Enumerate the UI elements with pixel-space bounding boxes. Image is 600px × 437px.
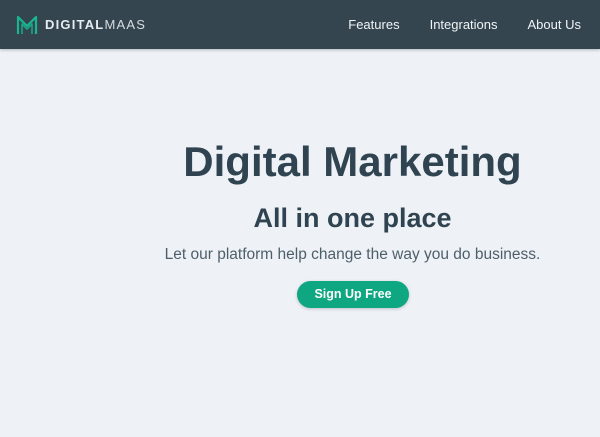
hero-title: Digital Marketing — [183, 138, 522, 185]
brand[interactable]: DIGITALMAAS — [15, 12, 146, 38]
brand-name-bold: DIGITAL — [45, 17, 105, 32]
hero-description: Let our platform help change the way you… — [164, 246, 541, 263]
brand-name-light: MAAS — [104, 17, 147, 32]
m-monogram-logo-icon — [16, 15, 38, 34]
hero-section: Digital Marketing All in one place Let o… — [0, 49, 600, 437]
nav-link-integrations[interactable]: Integrations — [430, 17, 498, 32]
top-navbar: DIGITALMAAS Features Integrations About … — [0, 0, 600, 49]
nav-link-features[interactable]: Features — [348, 17, 399, 32]
brand-name: DIGITALMAAS — [45, 12, 146, 38]
sign-up-free-button[interactable]: Sign Up Free — [297, 281, 409, 308]
nav-link-about-us[interactable]: About Us — [528, 17, 581, 32]
nav-links: Features Integrations About Us — [318, 0, 581, 49]
hero-subtitle: All in one place — [253, 203, 452, 233]
